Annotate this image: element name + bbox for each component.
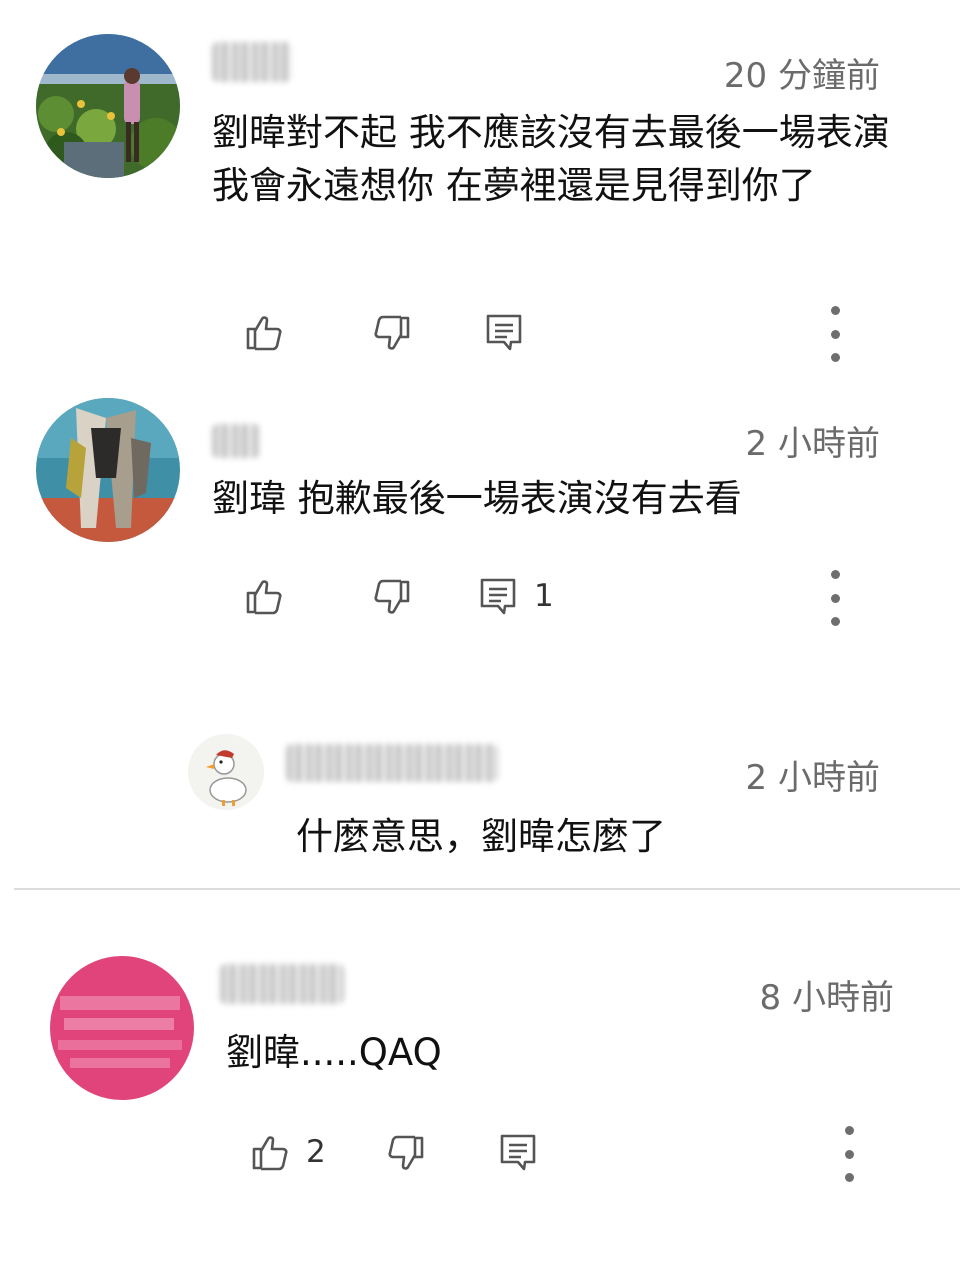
timestamp: 2 小時前 [745,424,880,464]
avatar-image [36,398,180,542]
timestamp: 8 小時前 [759,978,894,1018]
dislike-button[interactable] [372,578,412,618]
comment-reply-icon [498,1132,538,1172]
thumbs-down-icon [386,1134,426,1174]
avatar[interactable] [36,398,180,542]
dislike-button[interactable] [372,314,412,354]
author-name-redacted[interactable] [212,42,292,82]
thumbs-up-icon [250,1132,290,1172]
reply-count: 1 [534,578,554,614]
reply-button[interactable]: 1 [478,576,554,616]
avatar-image [50,956,194,1100]
comment-3: 8 小時前 劉暐.....QAQ 2 [0,892,960,1280]
thumbs-up-icon [244,576,284,616]
timestamp: 20 分鐘前 [723,56,880,96]
thumbs-down-icon [372,314,412,354]
like-button[interactable] [244,576,284,616]
avatar[interactable] [36,34,180,178]
timestamp: 2 小時前 [745,758,880,798]
more-vertical-icon [844,1126,854,1135]
comment-text: 什麼意思，劉暐怎麼了 [296,815,666,858]
more-options-button[interactable] [820,570,850,626]
like-button[interactable] [244,312,284,352]
more-vertical-icon [830,306,840,315]
comment-2: 2 小時前 劉瑋 抱歉最後一場表演沒有去看 1 [0,380,960,700]
comment-text: 劉暐.....QAQ [226,1031,442,1074]
thumbs-down-icon [372,578,412,618]
duck-avatar-image [188,734,264,810]
comment-text: 劉暐對不起 我不應該沒有去最後一場表演 我會永遠想你 在夢裡還是見得到你了 [212,111,890,207]
like-count: 2 [306,1134,326,1170]
comment-reply-icon [478,576,518,616]
like-button[interactable]: 2 [250,1132,326,1172]
dislike-button[interactable] [386,1134,426,1174]
reply-button[interactable] [484,312,524,352]
divider [14,888,960,890]
author-name-redacted[interactable] [212,424,260,458]
more-vertical-icon [830,570,840,579]
comment-reply-icon [484,312,524,352]
avatar[interactable] [188,734,264,810]
reply-comment: 2 小時前 什麼意思，劉暐怎麼了 [0,700,960,890]
comment-text: 劉瑋 抱歉最後一場表演沒有去看 [212,477,742,520]
author-name-redacted[interactable] [286,744,498,782]
more-options-button[interactable] [820,306,850,362]
author-name-redacted[interactable] [220,964,344,1004]
avatar-image [36,34,180,178]
comment-1: 20 分鐘前 劉暐對不起 我不應該沒有去最後一場表演 我會永遠想你 在夢裡還是見… [0,0,960,380]
avatar[interactable] [50,956,194,1100]
reply-button[interactable] [498,1132,538,1172]
more-options-button[interactable] [834,1126,864,1182]
thumbs-up-icon [244,312,284,352]
